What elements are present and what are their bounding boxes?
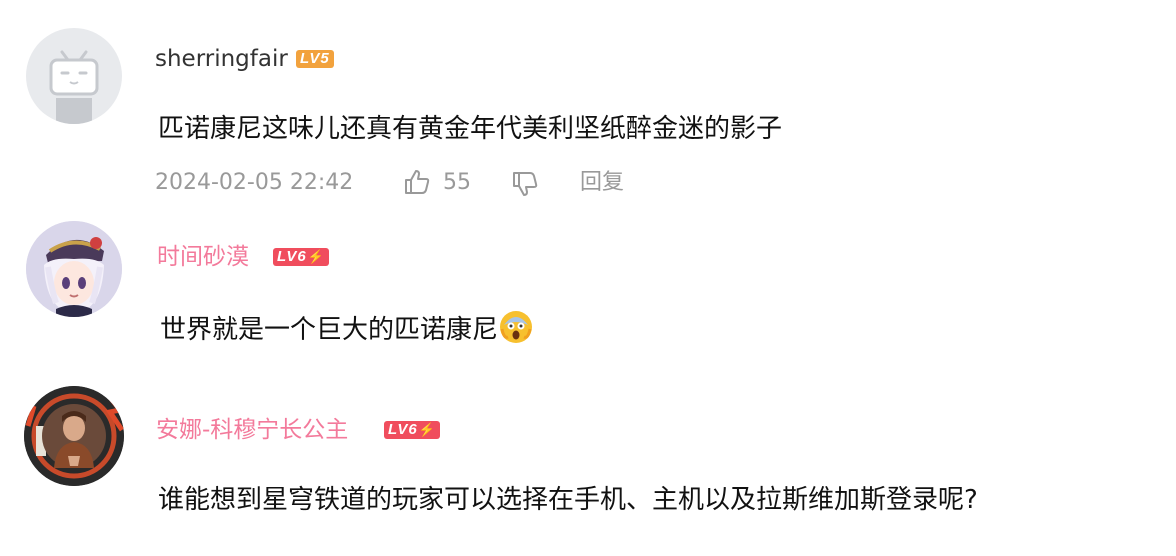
thumbs-up-icon xyxy=(405,170,430,194)
comment-text-content: 世界就是一个巨大的匹诺康尼 xyxy=(160,315,499,345)
level-badge-text: LV6 xyxy=(277,248,307,265)
level-badge-text: LV6 xyxy=(388,421,418,438)
comment-text: 谁能想到星穹铁道的玩家可以选择在手机、主机以及拉斯维加斯登录呢? xyxy=(158,485,978,515)
scream-emoji-icon xyxy=(500,311,533,343)
like-button[interactable] xyxy=(403,168,431,199)
anime-character-avatar-icon xyxy=(26,221,122,317)
lightning-icon: ⚡ xyxy=(307,249,325,264)
avatar[interactable] xyxy=(24,386,124,486)
username[interactable]: 时间砂漠 xyxy=(157,242,249,272)
avatar[interactable] xyxy=(26,28,122,124)
lightning-icon: ⚡ xyxy=(418,422,436,437)
level-badge: LV6⚡ xyxy=(384,421,440,439)
thumbs-down-icon xyxy=(513,172,538,196)
comment-meta: 2024-02-05 22:42 55 回复 xyxy=(155,169,755,199)
username[interactable]: 安娜-科穆宁长公主 xyxy=(156,415,348,445)
comment-item: 时间砂漠 LV6⚡ 世界就是一个巨大的匹诺康尼 xyxy=(0,215,1176,380)
character-avatar-icon xyxy=(24,386,124,486)
level-badge: LV6⚡ xyxy=(273,248,329,266)
comment-item: sherringfair LV5 匹诺康尼这味儿还真有黄金年代美利坚纸醉金迷的影… xyxy=(0,0,1176,215)
like-count: 55 xyxy=(443,170,471,195)
comment-text: 匹诺康尼这味儿还真有黄金年代美利坚纸醉金迷的影子 xyxy=(158,114,783,144)
avatar[interactable] xyxy=(26,221,122,317)
level-badge: LV5 xyxy=(296,50,334,68)
timestamp: 2024-02-05 22:42 xyxy=(155,170,354,195)
dislike-button[interactable] xyxy=(511,170,539,201)
default-avatar-icon xyxy=(49,50,99,124)
username[interactable]: sherringfair xyxy=(155,44,288,74)
comment-item: 安娜-科穆宁长公主 LV6⚡ 谁能想到星穹铁道的玩家可以选择在手机、主机以及拉斯… xyxy=(0,380,1176,556)
comment-text: 世界就是一个巨大的匹诺康尼 xyxy=(160,311,533,347)
reply-button[interactable]: 回复 xyxy=(580,169,624,197)
